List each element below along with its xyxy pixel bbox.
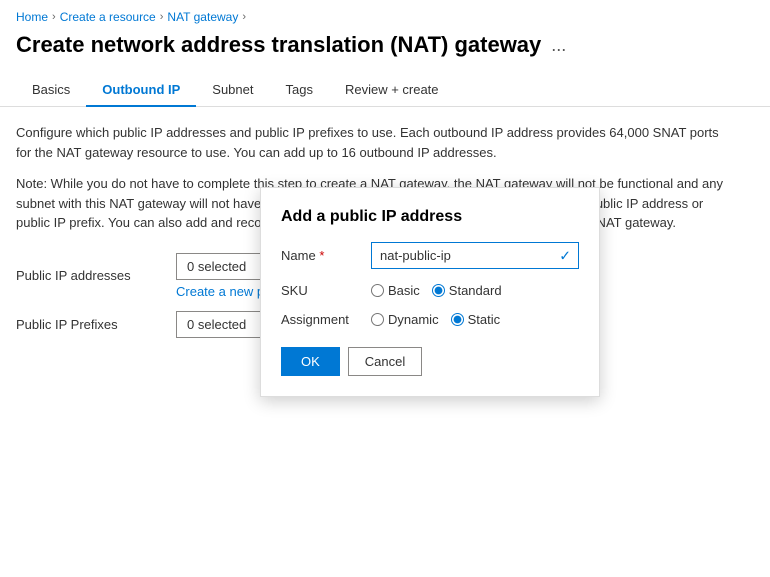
- assignment-static-option[interactable]: Static: [451, 312, 501, 327]
- sku-radio-group: Basic Standard: [371, 283, 579, 298]
- public-ip-prefixes-value: 0 selected: [187, 317, 246, 332]
- add-public-ip-modal: Add a public IP address Name * ✓ SKU Bas…: [260, 187, 600, 397]
- breadcrumb: Home › Create a resource › NAT gateway ›: [0, 0, 770, 28]
- assignment-dynamic-option[interactable]: Dynamic: [371, 312, 439, 327]
- breadcrumb-sep-1: ›: [52, 11, 56, 23]
- assignment-dynamic-radio[interactable]: [371, 313, 384, 326]
- modal-name-field: Name * ✓: [281, 242, 579, 269]
- tab-subnet[interactable]: Subnet: [196, 74, 269, 107]
- sku-basic-label: Basic: [388, 283, 420, 298]
- breadcrumb-home[interactable]: Home: [16, 10, 48, 24]
- modal-name-input[interactable]: [371, 242, 579, 269]
- sku-standard-label: Standard: [449, 283, 502, 298]
- sku-standard-option[interactable]: Standard: [432, 283, 502, 298]
- page-title: Create network address translation (NAT)…: [16, 32, 541, 58]
- public-ip-prefixes-label: Public IP Prefixes: [16, 317, 176, 332]
- sku-standard-radio[interactable]: [432, 284, 445, 297]
- assignment-static-radio[interactable]: [451, 313, 464, 326]
- modal-assignment-label: Assignment: [281, 312, 371, 327]
- tab-tags[interactable]: Tags: [269, 74, 328, 107]
- input-check-icon: ✓: [559, 247, 571, 264]
- tab-review-create[interactable]: Review + create: [329, 74, 455, 107]
- assignment-dynamic-label: Dynamic: [388, 312, 439, 327]
- page-title-row: Create network address translation (NAT)…: [0, 28, 770, 74]
- assignment-static-label: Static: [468, 312, 501, 327]
- tab-basics[interactable]: Basics: [16, 74, 86, 107]
- breadcrumb-sep-3: ›: [242, 11, 246, 23]
- modal-buttons: OK Cancel: [281, 347, 579, 376]
- modal-sku-field: SKU Basic Standard: [281, 283, 579, 298]
- modal-ok-button[interactable]: OK: [281, 347, 340, 376]
- breadcrumb-sep-2: ›: [160, 11, 164, 23]
- breadcrumb-create-resource[interactable]: Create a resource: [60, 10, 156, 24]
- page-options-button[interactable]: ...: [551, 35, 566, 56]
- description-1: Configure which public IP addresses and …: [16, 123, 736, 162]
- modal-cancel-button[interactable]: Cancel: [348, 347, 422, 376]
- assignment-radio-group: Dynamic Static: [371, 312, 579, 327]
- modal-name-input-wrapper: ✓: [371, 242, 579, 269]
- modal-title: Add a public IP address: [281, 208, 579, 226]
- content-area: Configure which public IP addresses and …: [0, 107, 770, 366]
- public-ip-addresses-value: 0 selected: [187, 259, 246, 274]
- required-indicator: *: [319, 248, 324, 263]
- public-ip-addresses-label: Public IP addresses: [16, 268, 176, 283]
- modal-sku-label: SKU: [281, 283, 371, 298]
- sku-basic-option[interactable]: Basic: [371, 283, 420, 298]
- breadcrumb-nat-gateway[interactable]: NAT gateway: [167, 10, 238, 24]
- sku-basic-radio[interactable]: [371, 284, 384, 297]
- tab-outbound-ip[interactable]: Outbound IP: [86, 74, 196, 107]
- tab-bar: Basics Outbound IP Subnet Tags Review + …: [0, 74, 770, 107]
- modal-assignment-field: Assignment Dynamic Static: [281, 312, 579, 327]
- modal-name-label: Name *: [281, 248, 371, 263]
